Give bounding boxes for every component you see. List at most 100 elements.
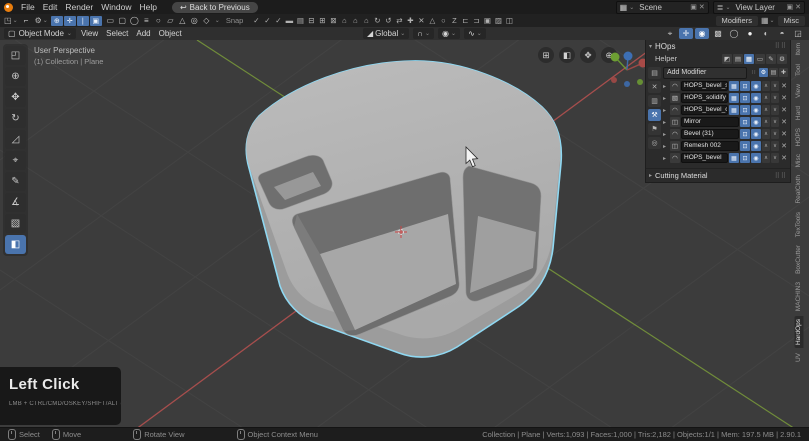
viewport-header-icon[interactable]: ◓ — [775, 28, 789, 39]
boxcutter-logo-icon[interactable]: ⌐ — [21, 16, 32, 26]
menu-item[interactable]: Help — [135, 0, 160, 14]
nav-button[interactable]: ◧ — [559, 47, 575, 63]
falloff-dropdown[interactable]: ∿ ⌄ — [464, 28, 486, 39]
delete-modifier-button[interactable]: ✕ — [780, 130, 788, 138]
viewport-header-icon[interactable]: ▩ — [711, 28, 725, 39]
bc-op-icon[interactable]: ▬ — [284, 16, 294, 26]
bc-mode-button[interactable]: ▣ — [90, 16, 102, 26]
tool-button[interactable]: ◰ — [5, 46, 26, 65]
realtime-toggle[interactable]: ⊡ — [740, 81, 750, 91]
viewport-header-icon[interactable]: ● — [743, 28, 757, 39]
chevron-down-icon[interactable]: ⌄ — [215, 17, 220, 24]
helper-tab-icon[interactable]: ⚑ — [648, 123, 661, 135]
navigation-gizmo[interactable] — [600, 48, 648, 90]
sidebar-tab[interactable]: RealCloth — [795, 172, 804, 207]
bc-op-icon[interactable]: ⊠ — [328, 16, 338, 26]
gizmo-z-axis[interactable] — [624, 52, 633, 61]
move-up-button[interactable]: ∧ — [762, 81, 770, 91]
expand-icon[interactable]: ▸ — [663, 119, 669, 126]
sidebar-tab[interactable]: UV — [795, 350, 804, 365]
gizmo-y-axis[interactable] — [611, 53, 620, 62]
bc-mode-button[interactable]: ❘ — [77, 16, 89, 26]
helper-tab-icon[interactable]: ◎ — [648, 137, 661, 149]
delete-modifier-button[interactable]: ✕ — [780, 94, 788, 102]
realtime-toggle[interactable]: ⊡ — [740, 129, 750, 139]
render-toggle[interactable]: ◉ — [751, 105, 761, 115]
proportional-edit-dropdown[interactable]: ◉ ⌄ — [438, 28, 460, 39]
bc-op-icon[interactable]: ⌂ — [350, 16, 360, 26]
helper-button[interactable]: ▭ — [755, 54, 765, 64]
expand-icon[interactable]: ▸ — [663, 95, 669, 102]
panel-grip-icon[interactable]: ⠿⠿ — [775, 172, 787, 180]
expand-icon[interactable]: ▸ — [663, 143, 669, 150]
gizmo-z-neg[interactable] — [624, 81, 630, 87]
move-down-button[interactable]: ∨ — [771, 129, 779, 139]
add-modifier-icon-button[interactable]: ▤ — [769, 68, 778, 77]
gizmo-x-neg[interactable] — [611, 77, 617, 83]
mode-selector[interactable]: ▢ Object Mode ⌄ — [4, 28, 76, 39]
view-layer-selector[interactable]: ≣ ⌄ View Layer ▣ ✕ — [713, 1, 805, 14]
bc-shape-button[interactable]: △ — [177, 16, 188, 26]
move-down-button[interactable]: ∨ — [771, 93, 779, 103]
edit-mode-toggle[interactable]: ▦ — [729, 153, 739, 163]
bc-shape-button[interactable]: ○ — [153, 16, 164, 26]
bc-mode-button[interactable]: ⊕ — [51, 16, 63, 26]
realtime-toggle[interactable]: ⊡ — [740, 117, 750, 127]
bc-op-icon[interactable]: ▨ — [493, 16, 503, 26]
nav-button[interactable]: ⊞ — [538, 47, 554, 63]
misc-button[interactable]: Misc — [778, 16, 805, 26]
bc-shape-button[interactable]: ▭ — [105, 16, 116, 26]
move-up-button[interactable]: ∧ — [762, 153, 770, 163]
render-toggle[interactable]: ◉ — [751, 81, 761, 91]
bc-op-icon[interactable]: ▤ — [295, 16, 305, 26]
modifier-name-field[interactable]: HOPS_bevel_c — [681, 105, 728, 115]
realtime-toggle[interactable]: ⊡ — [740, 153, 750, 163]
modifier-name-field[interactable]: HOPS_solidify — [681, 93, 728, 103]
bc-op-icon[interactable]: ◫ — [504, 16, 514, 26]
realtime-toggle[interactable]: ⊡ — [740, 105, 750, 115]
tool-button[interactable]: ⌖ — [5, 151, 26, 170]
sidebar-tab[interactable]: View — [795, 81, 804, 101]
bc-shape-button[interactable]: ◇ — [201, 16, 212, 26]
bc-shape-button[interactable]: ◎ — [189, 16, 200, 26]
helper-tab-icon[interactable]: ⚒ — [648, 109, 661, 121]
viewport-header-icon[interactable]: ◯ — [727, 28, 741, 39]
tool-button[interactable]: ✎ — [5, 172, 26, 191]
helper-tab-icon[interactable]: ▥ — [648, 95, 661, 107]
move-down-button[interactable]: ∨ — [771, 81, 779, 91]
render-toggle[interactable]: ◉ — [751, 141, 761, 151]
settings-dropdown[interactable]: ⚙ ⌄ — [35, 16, 48, 25]
bc-op-icon[interactable]: ✚ — [405, 16, 415, 26]
helper-button[interactable]: ⚙ — [777, 54, 787, 64]
tool-button[interactable]: ◿ — [5, 130, 26, 149]
blender-logo-icon[interactable] — [4, 3, 13, 12]
bc-op-icon[interactable]: ✓ — [273, 16, 283, 26]
bc-op-icon[interactable]: ⇄ — [394, 16, 404, 26]
helper-button[interactable]: ▦ — [744, 54, 754, 64]
modifiers-button[interactable]: Modifiers — [716, 16, 758, 26]
bc-op-icon[interactable]: ⌂ — [361, 16, 371, 26]
tool-button[interactable]: ▧ — [5, 214, 26, 233]
tool-button[interactable]: ✥ — [5, 88, 26, 107]
menu-item[interactable]: File — [17, 0, 39, 14]
move-up-button[interactable]: ∧ — [762, 141, 770, 151]
bc-op-icon[interactable]: ⊏ — [460, 16, 470, 26]
sidebar-tab[interactable]: Item — [795, 40, 804, 59]
bc-op-icon[interactable]: ✕ — [416, 16, 426, 26]
modifier-name-field[interactable]: HOPS_bevel — [681, 153, 728, 163]
bc-op-icon[interactable]: ⊞ — [317, 16, 327, 26]
bc-op-icon[interactable]: ▣ — [482, 16, 492, 26]
realtime-toggle[interactable]: ⊡ — [740, 93, 750, 103]
sidebar-tab[interactable]: Hard — [795, 103, 804, 123]
close-icon[interactable]: ✕ — [699, 3, 705, 11]
bc-op-icon[interactable]: Z — [449, 16, 459, 26]
menu-item[interactable]: Render — [61, 0, 97, 14]
sidebar-tab[interactable]: BoxCutter — [795, 242, 804, 277]
modifier-name-field[interactable]: Bevel (31) — [681, 129, 739, 139]
move-down-button[interactable]: ∨ — [771, 141, 779, 151]
render-toggle[interactable]: ◉ — [751, 129, 761, 139]
viewport-header-icon[interactable]: ◲ — [791, 28, 805, 39]
edit-mode-toggle[interactable]: ▦ — [729, 81, 739, 91]
bc-op-icon[interactable]: ↺ — [383, 16, 393, 26]
edit-mode-toggle[interactable]: ▦ — [729, 105, 739, 115]
